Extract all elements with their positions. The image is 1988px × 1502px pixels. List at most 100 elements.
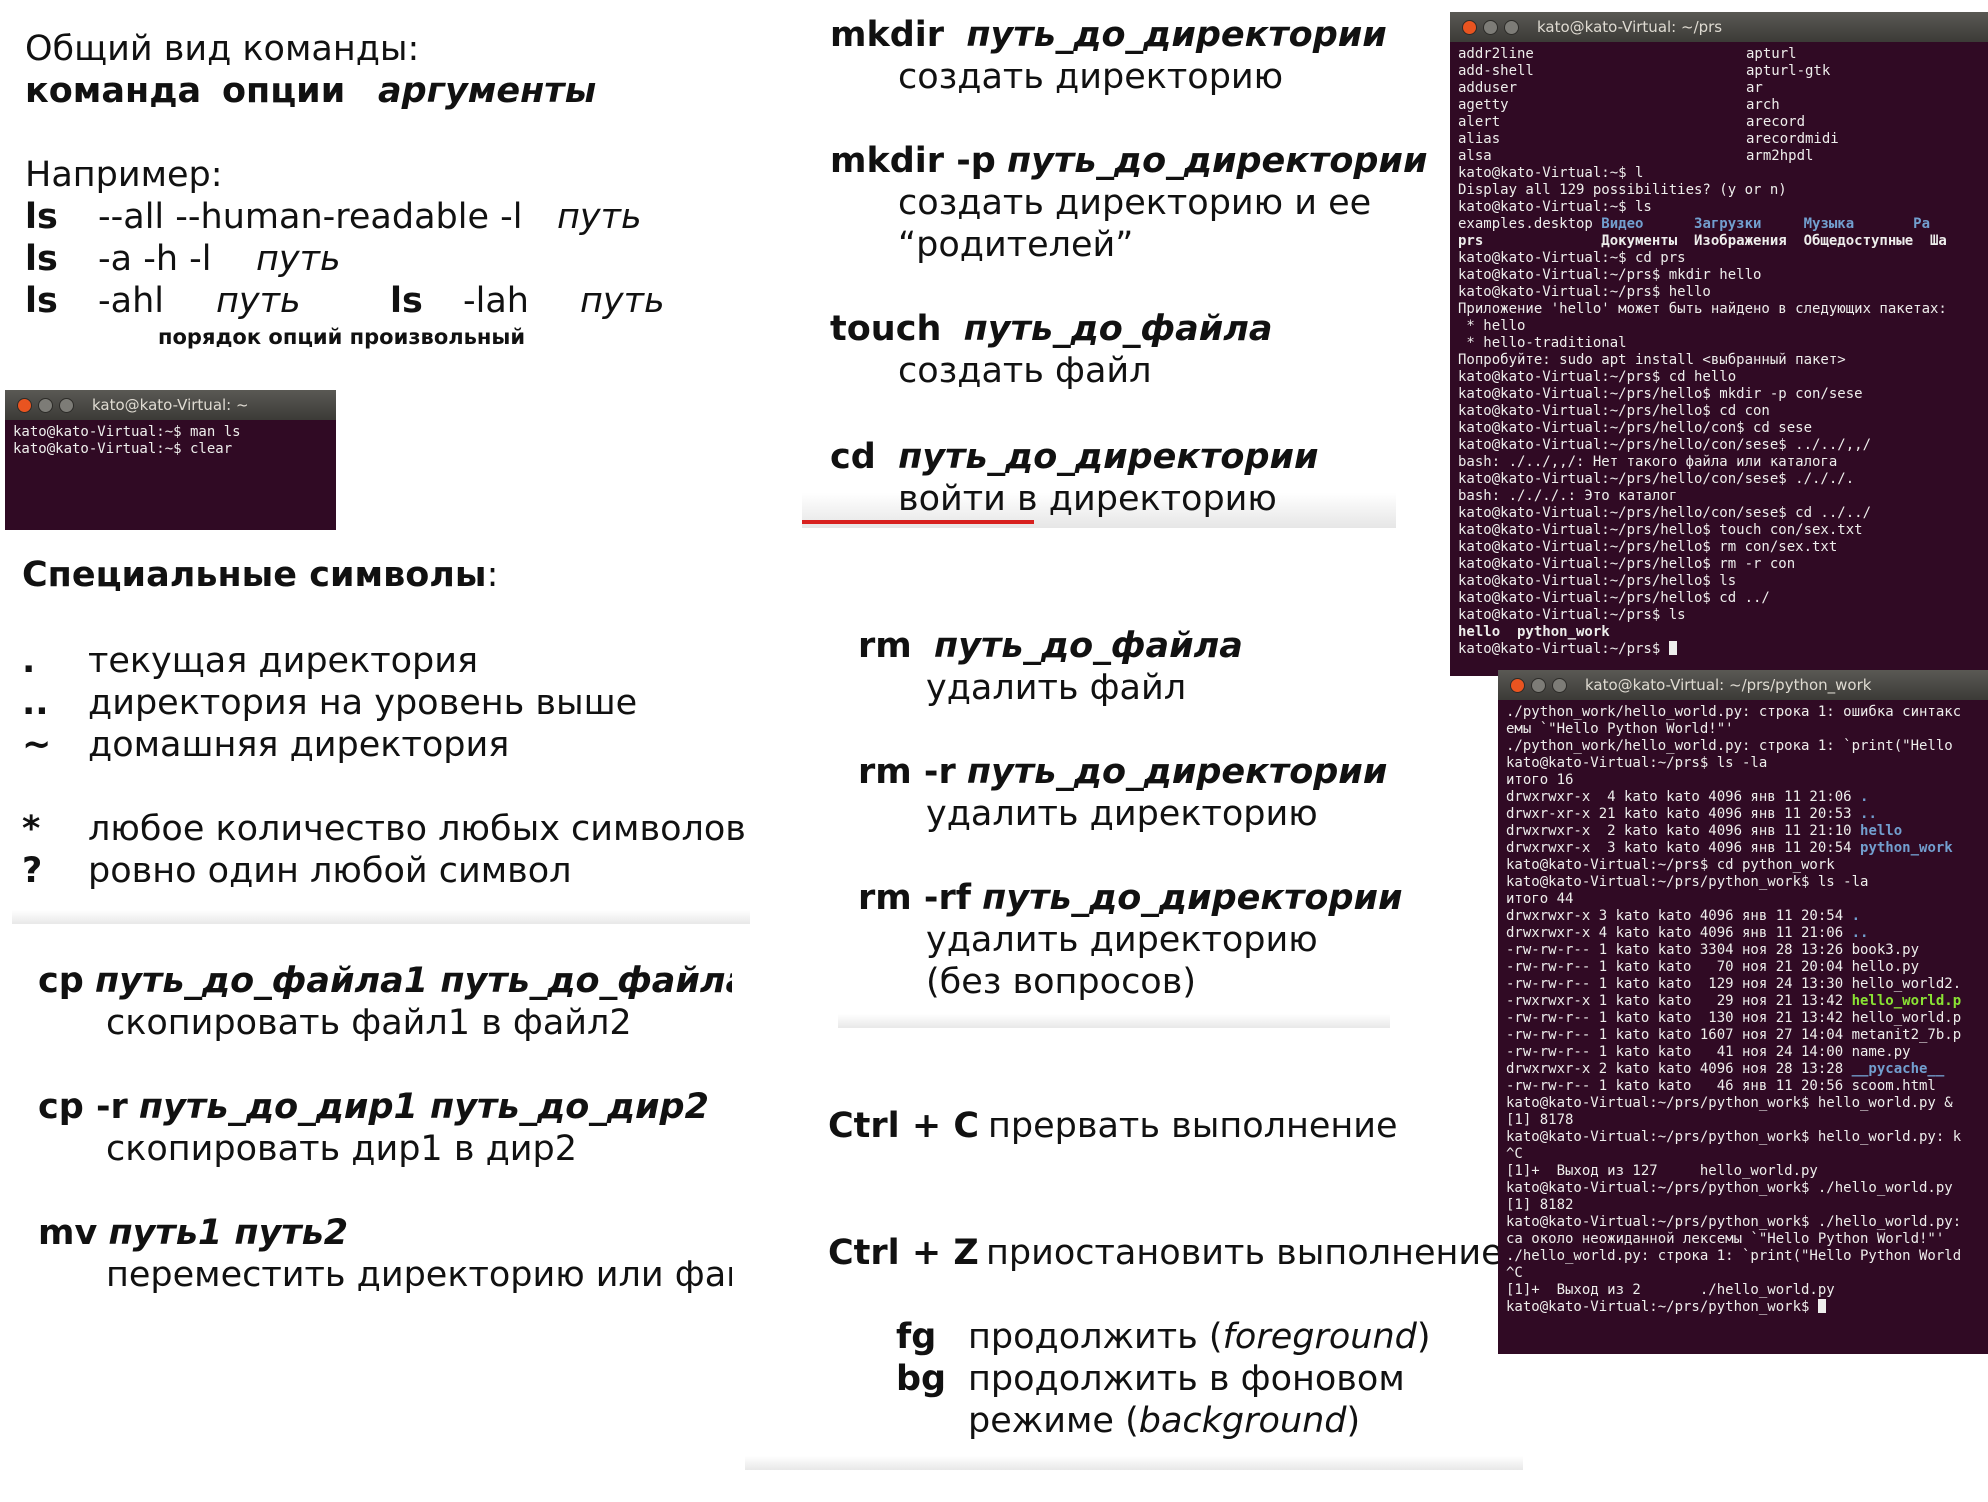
listing-row-meta: drwxrwxr-x 4 kato kato 4096 янв 11 21:06 — [1506, 789, 1861, 805]
listing-row-meta: -rw-rw-r-- 1 kato kato 130 ноя 21 13:42 — [1506, 1010, 1852, 1026]
ls-opts-4: -lah — [463, 281, 529, 321]
listing-row-meta: -rw-rw-r-- 1 kato kato 41 ноя 24 14:00 — [1506, 1044, 1852, 1060]
terminal-prs-titlebar[interactable]: kato@kato-Virtual: ~/prs — [1450, 12, 1988, 42]
bg-desc2: режиме (background) — [968, 1400, 1360, 1442]
listing-row-meta: -rw-rw-r-- 1 kato kato 1607 ноя 27 14:04 — [1506, 1027, 1852, 1043]
terminal-python-work-window[interactable]: kato@kato-Virtual: ~/prs/python_work ./p… — [1498, 670, 1988, 1354]
terminal-pw-output-a[interactable]: ./python_work/hello_world.py: строка 1: … — [1498, 700, 1988, 789]
listing-row: drwxrwxr-x 4 kato kato 4096 янв 11 21:06… — [1506, 925, 1980, 942]
mkdir-p-desc2: “родителей” — [898, 225, 1134, 265]
completion-item: alsa — [1458, 148, 1492, 164]
completion-columns: addr2line add-shell adduser agetty alert alia… — [1450, 42, 1988, 165]
listing-row-name: hello_world.p — [1851, 1010, 1962, 1026]
listing-row-name: metanit2_7b.p — [1851, 1027, 1962, 1043]
ls-cmd-2: ls — [25, 239, 58, 279]
completion-item: arch — [1746, 97, 1780, 113]
symbol-dotdot-desc: директория на уровень выше — [88, 683, 638, 723]
terminal-python-work-titlebar[interactable]: kato@kato-Virtual: ~/prs/python_work — [1498, 670, 1988, 700]
terminal-pw-prompt[interactable]: kato@kato-Virtual:~/prs/python_work$ — [1498, 1299, 1988, 1320]
fg-word: foreground — [1222, 1317, 1417, 1357]
maximize-icon[interactable] — [59, 397, 74, 413]
ls-opts-2: -a -h -l — [98, 239, 212, 279]
listing-row-name: . — [1860, 789, 1869, 805]
completion-item: add-shell — [1458, 63, 1534, 79]
video-progress-bar[interactable] — [802, 520, 1034, 524]
terminal-python-work-title: kato@kato-Virtual: ~/prs/python_work — [1585, 676, 1872, 694]
ls-cmd-1: ls — [25, 197, 58, 237]
bg-cmd: bg — [896, 1359, 947, 1399]
completion-item: alert — [1458, 114, 1501, 130]
listing-row-name: __pycache__ — [1851, 1061, 1945, 1077]
terminal-pw-output-c[interactable]: kato@kato-Virtual:~/prs/python_work$ hel… — [1498, 1095, 1988, 1299]
mv-cmd: mv — [38, 1213, 98, 1253]
small-terminal-output[interactable]: kato@kato-Virtual:~$ man ls kato@kato-Vi… — [5, 420, 336, 462]
listing-row-name: scoom.html — [1851, 1078, 1936, 1094]
terminal-prs-output-b[interactable]: kato@kato-Virtual:~$ cd prs kato@kato-Vi… — [1450, 250, 1988, 624]
terminal-prs-window[interactable]: kato@kato-Virtual: ~/prs addr2line add-sh… — [1450, 12, 1988, 676]
mkdir-desc: создать директорию — [898, 57, 1284, 97]
symbol-star-desc: любое количество любых символов — [88, 809, 746, 849]
mkdir-args: путь_до_директории — [966, 15, 1387, 55]
completion-item: arm2hpdl — [1746, 148, 1814, 164]
rm-rf-args: путь_до_директории — [982, 878, 1403, 918]
listing-row: drwxrwxr-x 2 kato kato 4096 янв 11 21:10… — [1506, 823, 1980, 840]
bg-desc2-text: режиме ( — [968, 1401, 1139, 1441]
terminal-prs-ls-home-2: prs Документы Изображения Общедоступные … — [1458, 233, 1947, 249]
mkdir-line: mkdir путь_до_директории — [830, 14, 1387, 56]
ls-home-file: examples.desktop — [1458, 216, 1602, 232]
small-terminal-window[interactable]: kato@kato-Virtual: ~ kato@kato-Virtual:~… — [5, 390, 336, 530]
touch-args: путь_до_файла — [963, 309, 1273, 349]
close-icon[interactable] — [1510, 677, 1525, 693]
maximize-icon[interactable] — [1552, 677, 1567, 693]
listing-row: drwxrwxr-x 4 kato kato 4096 янв 11 21:06… — [1506, 789, 1980, 806]
terminal-prs-output-a[interactable]: kato@kato-Virtual:~$ l Display all 129 p… — [1450, 165, 1988, 216]
cp-cmd: cp — [38, 961, 84, 1001]
bg-desc: продолжить в фоновом — [968, 1359, 1405, 1399]
rm-r-line: rm -r путь_до_директории — [858, 751, 1387, 793]
listing-row-meta: -rw-rw-r-- 1 kato kato 129 ноя 24 13:30 — [1506, 976, 1852, 992]
section-divider — [12, 910, 750, 924]
terminal-pw-listing-1: drwxrwxr-x 4 kato kato 4096 янв 11 21:06… — [1498, 789, 1988, 857]
rm-rf-line: rm -rf путь_до_директории — [858, 877, 1403, 919]
minimize-icon[interactable] — [38, 397, 53, 413]
touch-cmd: touch — [830, 309, 942, 349]
example-heading: Например: — [25, 155, 223, 195]
rm-cmd: rm — [858, 626, 912, 666]
syntax-options-word: опции — [222, 71, 346, 111]
touch-line: touch путь_до_файла — [830, 308, 1272, 350]
minimize-icon[interactable] — [1531, 677, 1546, 693]
symbol-star: * — [22, 809, 41, 849]
close-icon[interactable] — [1462, 19, 1477, 35]
syntax-args-word: аргументы — [378, 71, 597, 111]
completion-item: addr2line — [1458, 46, 1534, 62]
small-terminal-titlebar[interactable]: kato@kato-Virtual: ~ — [5, 390, 336, 420]
mkdir-p-args: путь_до_директории — [1006, 141, 1428, 181]
listing-row: -rw-rw-r-- 1 kato kato 130 ноя 21 13:42 … — [1506, 1010, 1980, 1027]
listing-row: drwxrwxr-x 2 kato kato 4096 ноя 28 13:28… — [1506, 1061, 1980, 1078]
symbol-dot: . — [22, 641, 36, 681]
listing-row-meta: drwxrwxr-x 3 kato kato 4096 янв 11 20:54 — [1506, 908, 1852, 924]
terminal-prs-prompt[interactable]: kato@kato-Virtual:~/prs$ — [1450, 641, 1988, 662]
cp-line: cp путь_до_файла1 путь_до_файла2 — [38, 960, 732, 1002]
mkdir-p-desc: создать директорию и ее — [898, 183, 1372, 223]
listing-row-meta: drwxr-xr-x 21 kato kato 4096 янв 11 20:5… — [1506, 806, 1861, 822]
close-icon[interactable] — [17, 397, 32, 413]
terminal-pw-prompt-text: kato@kato-Virtual:~/prs/python_work$ — [1506, 1299, 1818, 1315]
rm-rf-cmd: rm -rf — [858, 878, 971, 918]
mkdir-p-cmd: mkdir -p — [830, 141, 996, 181]
fg-desc-text: продолжить ( — [968, 1317, 1223, 1357]
cp-r-desc: скопировать дир1 в дир2 — [106, 1129, 578, 1169]
options-order-note: порядок опций произвольный — [158, 325, 526, 349]
listing-row: -rw-rw-r-- 1 kato kato 129 ноя 24 13:30 … — [1506, 976, 1980, 993]
listing-row-name: .. — [1851, 925, 1869, 941]
listing-row-name: hello_world.p — [1851, 993, 1962, 1009]
terminal-pw-output-b[interactable]: kato@kato-Virtual:~/prs$ cd python_work … — [1498, 857, 1988, 908]
copy-move-section: cp путь_до_файла1 путь_до_файла2 скопиро… — [0, 960, 732, 1300]
touch-desc: создать файл — [898, 351, 1152, 391]
maximize-icon[interactable] — [1504, 19, 1519, 35]
terminal-pw-listing-2: drwxrwxr-x 3 kato kato 4096 янв 11 20:54… — [1498, 908, 1988, 1095]
cd-cmd: cd — [830, 437, 876, 477]
listing-row-name: hello_world2. — [1851, 976, 1962, 992]
minimize-icon[interactable] — [1483, 19, 1498, 35]
listing-row: -rw-rw-r-- 1 kato kato 46 янв 11 20:56 s… — [1506, 1078, 1980, 1095]
